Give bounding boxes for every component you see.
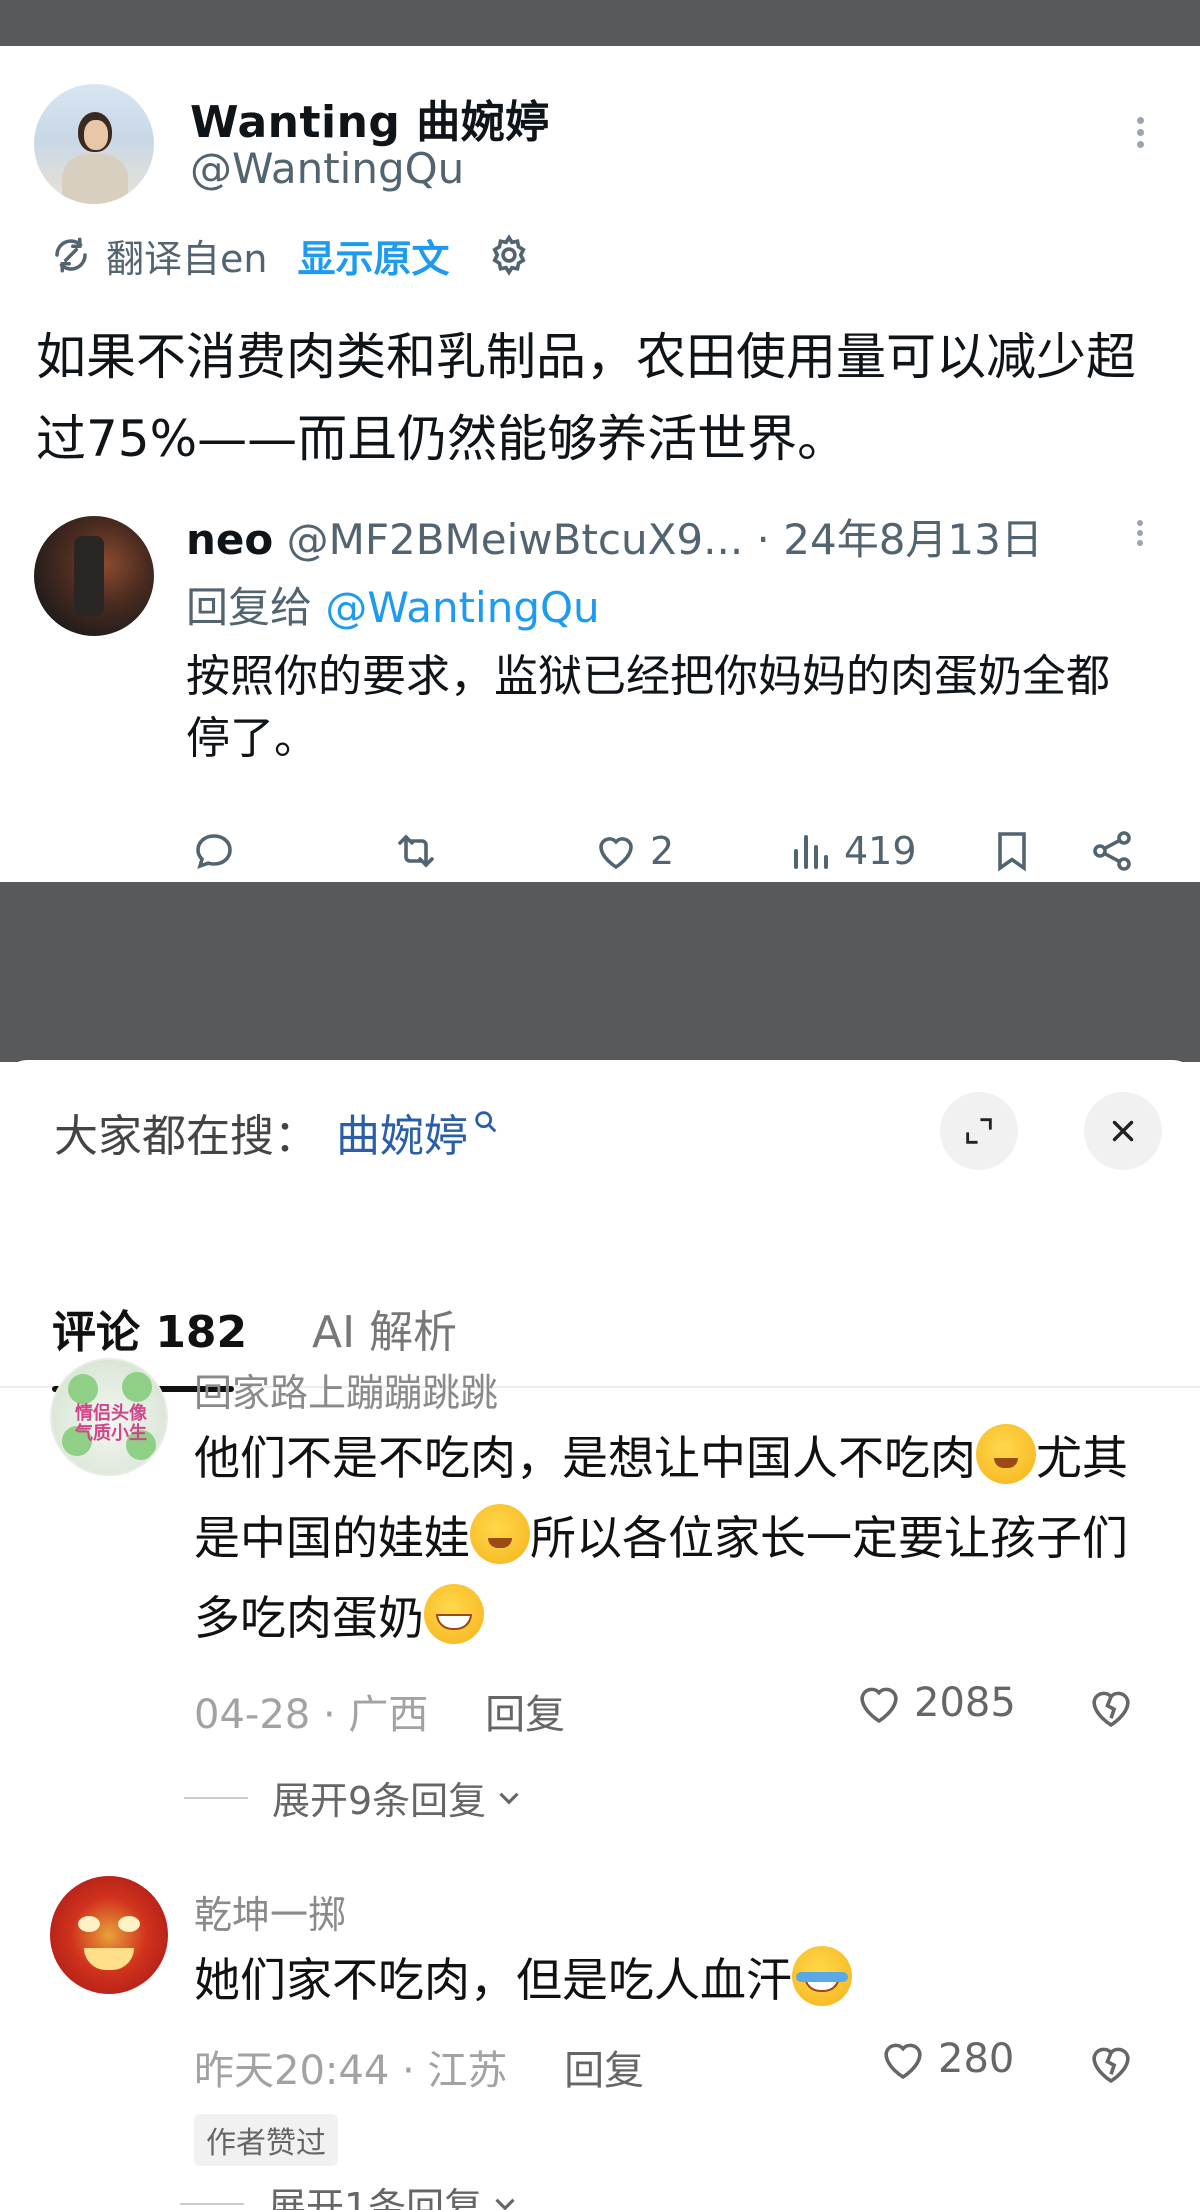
reply-header: neo @MF2BMeiwBtcuX9... · 24年8月13日: [186, 506, 1106, 567]
reply-button[interactable]: 回复: [485, 1692, 565, 1738]
commenter-avatar[interactable]: [50, 1876, 168, 1994]
expand-replies-button[interactable]: 展开9条回复: [184, 1770, 526, 1825]
views-action[interactable]: 419: [786, 816, 917, 886]
comment-meta: 04-28 · 广西 回复: [194, 1692, 566, 1738]
share-action[interactable]: [1088, 816, 1136, 886]
broken-heart-icon[interactable]: [1084, 2036, 1138, 2090]
bookmark-icon: [998, 832, 1026, 872]
tweet-actions: 2 419: [0, 816, 1200, 886]
comment-date: 昨天20:44: [194, 2048, 390, 2094]
show-original-link[interactable]: 显示原文: [297, 228, 449, 283]
like-action[interactable]: 2: [592, 816, 674, 886]
translated-from-label: 翻译自en: [106, 236, 268, 281]
reply-text: 按照你的要求，监狱已经把你妈妈的肉蛋奶全都停了。: [186, 651, 1110, 764]
heart-icon: [884, 2043, 922, 2080]
comment-icon: [196, 834, 232, 869]
expand-button[interactable]: [940, 1092, 1018, 1170]
more-options-icon[interactable]: [1128, 112, 1152, 172]
comment-date: 04-28: [194, 1692, 311, 1738]
retweet-action[interactable]: [392, 816, 450, 886]
close-icon: [1112, 1120, 1134, 1142]
reply-date: 24年8月13日: [783, 515, 1043, 564]
views-icon: [794, 835, 828, 869]
comment-location: 江苏: [427, 2048, 508, 2094]
bookmark-action[interactable]: [988, 816, 1036, 886]
tweet-text: 如果不消费肉类和乳制品，农田使用量可以减少超过75%——而且仍然能够养活世界。: [36, 328, 1136, 468]
tweet-card: Wanting 曲婉婷 @WantingQu 翻译自en 显示原文 如果不消费肉…: [0, 46, 1200, 882]
view-count: 419: [844, 829, 917, 873]
share-icon: [1093, 831, 1131, 871]
search-label: 大家都在搜：: [54, 1111, 318, 1162]
reply-button[interactable]: 回复: [564, 2048, 644, 2094]
gear-icon[interactable]: [487, 233, 531, 277]
expand-icon: [966, 1118, 992, 1144]
comment-like-count: 280: [938, 2036, 1015, 2082]
comment-meta: 昨天20:44 · 江苏 回复: [194, 2048, 645, 2094]
reply-more-icon[interactable]: [1128, 516, 1152, 576]
reply-to-mention[interactable]: @WantingQu: [325, 583, 599, 632]
comment-like-button[interactable]: 2085: [852, 1676, 1016, 1730]
screen-overlay-middle: [0, 882, 1200, 1062]
reply-to-line: 回复给 @WantingQu: [186, 574, 600, 635]
translate-icon: [55, 237, 87, 273]
translation-bar: 翻译自en 显示原文: [50, 228, 531, 283]
search-icon: [475, 1111, 497, 1133]
avatar-text: 情侣头像 气质小生: [75, 1403, 147, 1444]
comment-like-button[interactable]: 280: [876, 2032, 1014, 2086]
chevron-down-icon: [499, 1792, 519, 1804]
hot-search-row: 大家都在搜： 曲婉婷: [54, 1100, 500, 1164]
crying-laugh-emoji-icon: [792, 1946, 852, 2006]
heart-icon: [860, 1687, 898, 1724]
comment-text: 她们家不吃肉，但是吃人血汗: [194, 1940, 1154, 2020]
comment-location: 广西: [348, 1692, 429, 1738]
broken-heart-icon[interactable]: [1084, 1680, 1138, 1734]
author-handle[interactable]: @WantingQu: [190, 144, 464, 193]
comment-tabs: 评论 182 AI 解析: [0, 1210, 1200, 1392]
expand-replies-button[interactable]: 展开1条回复: [180, 2176, 522, 2210]
author-name[interactable]: Wanting 曲婉婷: [190, 86, 550, 150]
comment-text: 他们不是不吃肉，是想让中国人不吃肉 尤其是中国的娃娃 所以各位家长一定要让孩子们多吃…: [194, 1418, 1154, 1658]
author-avatar[interactable]: [34, 84, 154, 204]
expand-replies-label: 展开1条回复: [268, 2185, 483, 2210]
heart-icon: [599, 837, 633, 870]
reply-author-name[interactable]: neo: [186, 515, 273, 564]
retweet-icon: [398, 834, 434, 868]
reply-author-handle[interactable]: @MF2BMeiwBtcuX9...: [287, 515, 744, 564]
grin-emoji-icon: [424, 1584, 484, 1644]
commenter-name[interactable]: 回家路上蹦蹦跳跳: [194, 1362, 498, 1417]
reply-to-label: 回复给: [186, 583, 313, 632]
tab-comments[interactable]: 评论 182: [52, 1296, 247, 1360]
shush-emoji-icon: [470, 1504, 530, 1564]
commenter-name[interactable]: 乾坤一掷: [194, 1884, 346, 1939]
tab-ai-analysis[interactable]: AI 解析: [312, 1296, 457, 1360]
author-liked-badge: 作者赞过: [194, 2114, 338, 2166]
reply-avatar[interactable]: [34, 516, 154, 636]
shush-emoji-icon: [976, 1424, 1036, 1484]
search-term-link[interactable]: 曲婉婷: [336, 1100, 468, 1164]
screen-overlay-top: [0, 0, 1200, 46]
commenter-avatar[interactable]: 情侣头像 气质小生: [50, 1358, 168, 1476]
like-count: 2: [650, 829, 675, 873]
close-button[interactable]: [1084, 1092, 1162, 1170]
comments-panel: 大家都在搜： 曲婉婷 评论 182 AI 解析 情侣头像 气质小生 回家路上蹦蹦…: [0, 1060, 1200, 2210]
expand-replies-label: 展开9条回复: [272, 1779, 487, 1823]
chevron-down-icon: [495, 2198, 515, 2210]
comment-like-count: 2085: [914, 1680, 1016, 1726]
reply-action[interactable]: [190, 816, 248, 886]
separator: ·: [756, 515, 770, 564]
